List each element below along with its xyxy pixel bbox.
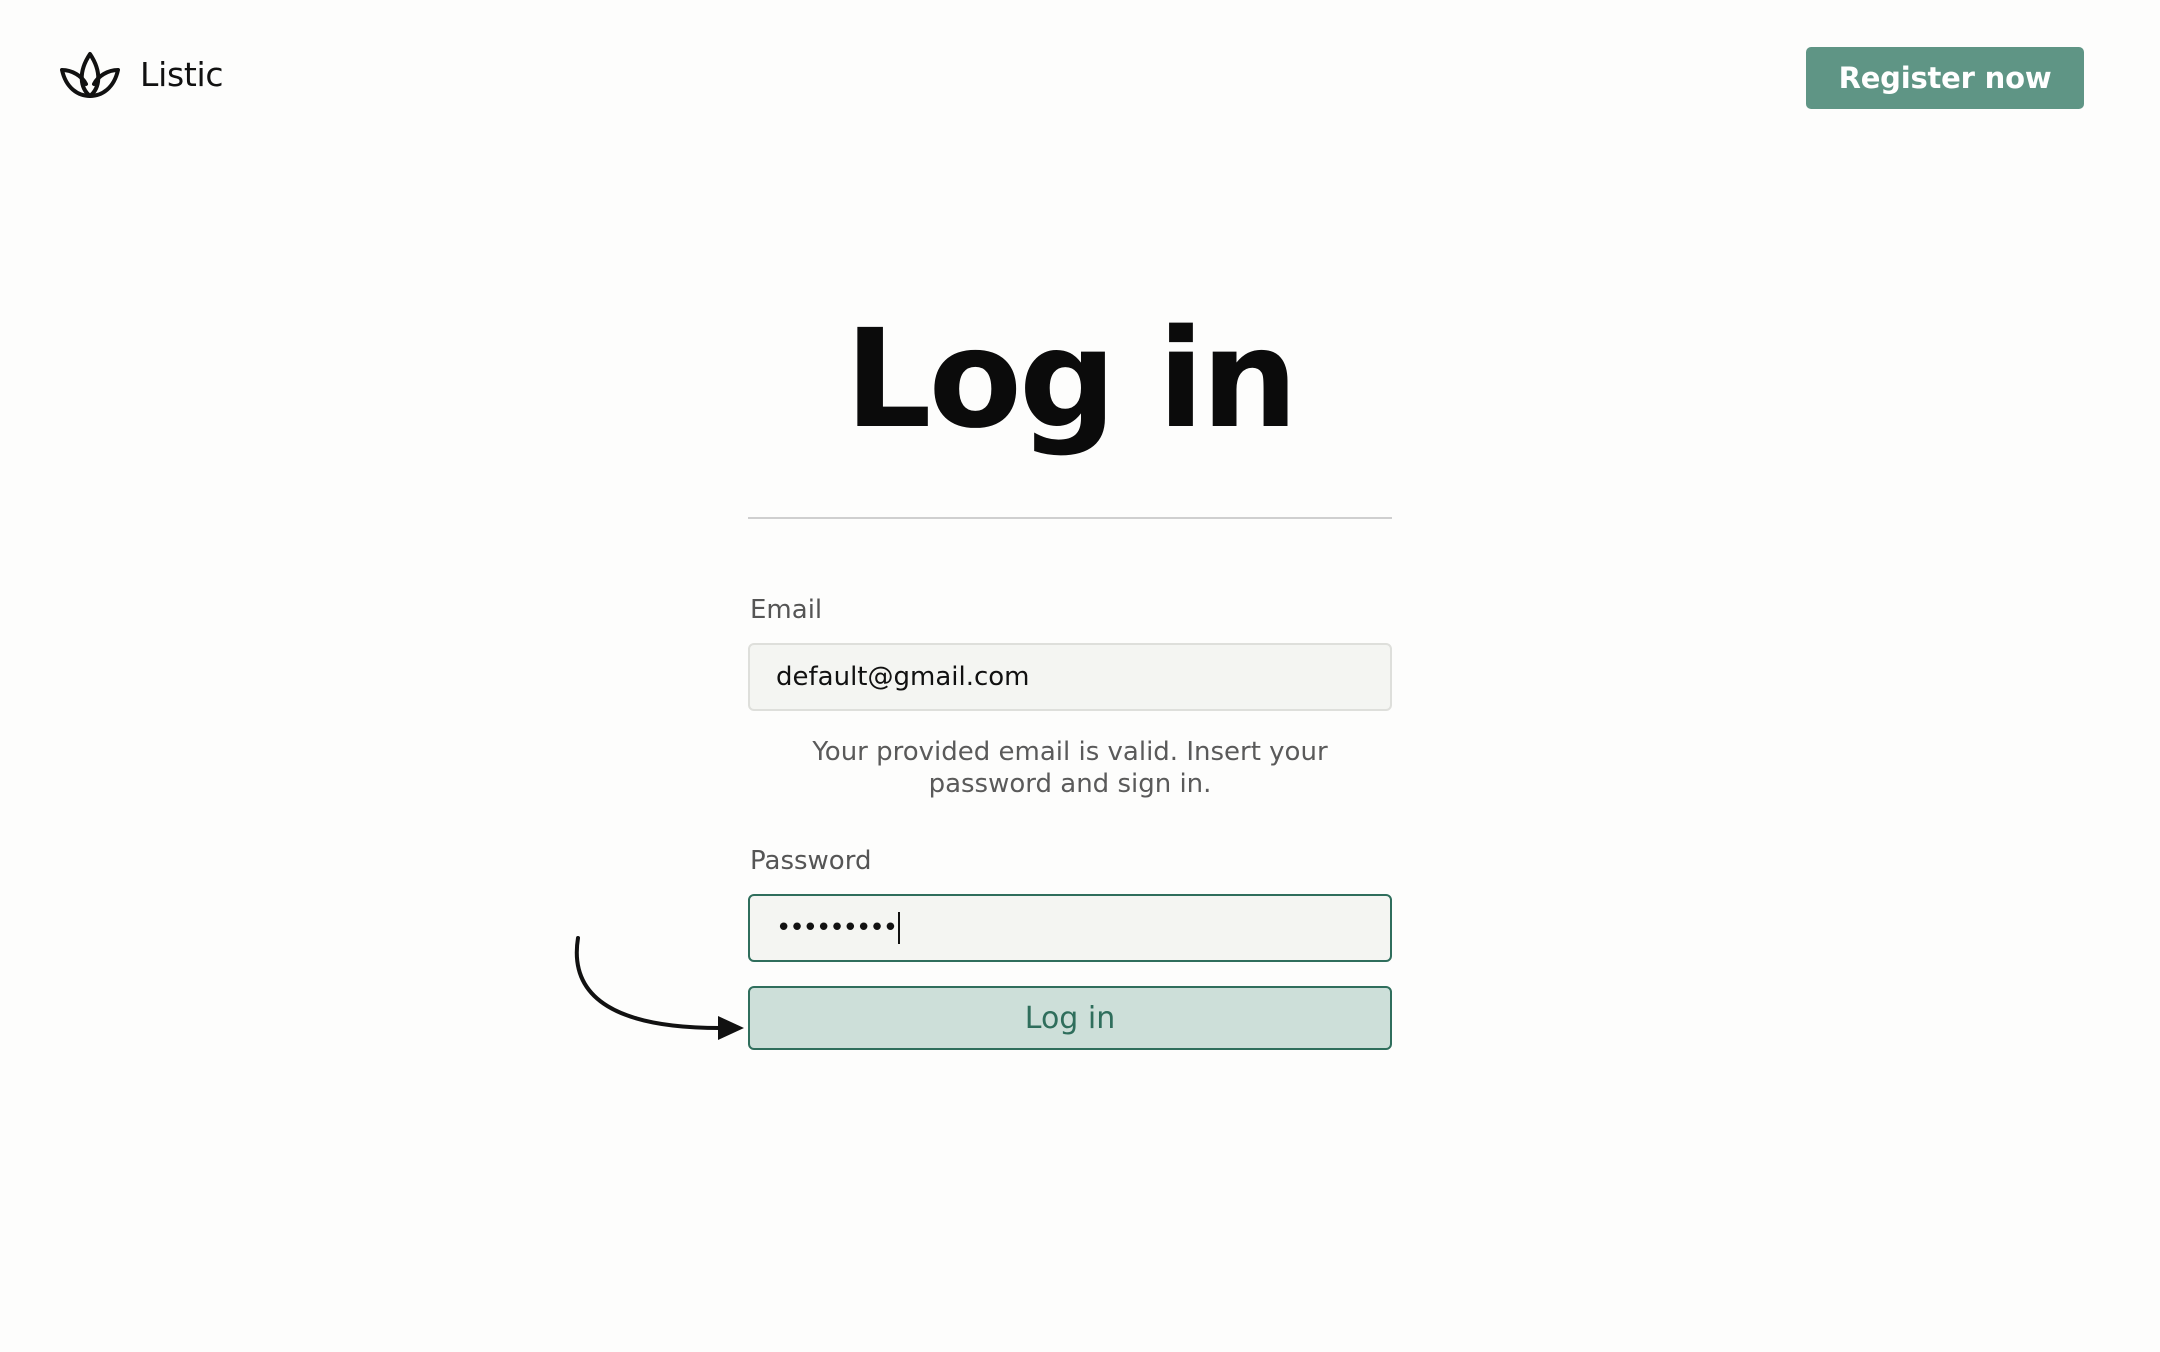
- password-field[interactable]: •••••••••: [748, 894, 1392, 962]
- login-page: Listic Register now Log in Email default…: [0, 0, 2160, 1352]
- email-value: default@gmail.com: [776, 662, 1030, 692]
- curved-arrow-icon: [560, 920, 760, 1055]
- text-caret: [898, 912, 901, 944]
- password-label: Password: [750, 846, 872, 876]
- lotus-icon: [58, 48, 122, 100]
- page-title: Log in: [844, 301, 1298, 459]
- divider: [748, 517, 1392, 519]
- email-helper-text: Your provided email is valid. Insert you…: [812, 737, 1328, 799]
- brand-name: Listic: [140, 54, 224, 94]
- password-value: •••••••••: [776, 913, 898, 943]
- email-field[interactable]: default@gmail.com: [748, 643, 1392, 711]
- register-now-button[interactable]: Register now: [1806, 47, 2084, 109]
- login-button[interactable]: Log in: [748, 986, 1392, 1050]
- brand[interactable]: Listic: [58, 48, 224, 100]
- email-label: Email: [750, 595, 823, 625]
